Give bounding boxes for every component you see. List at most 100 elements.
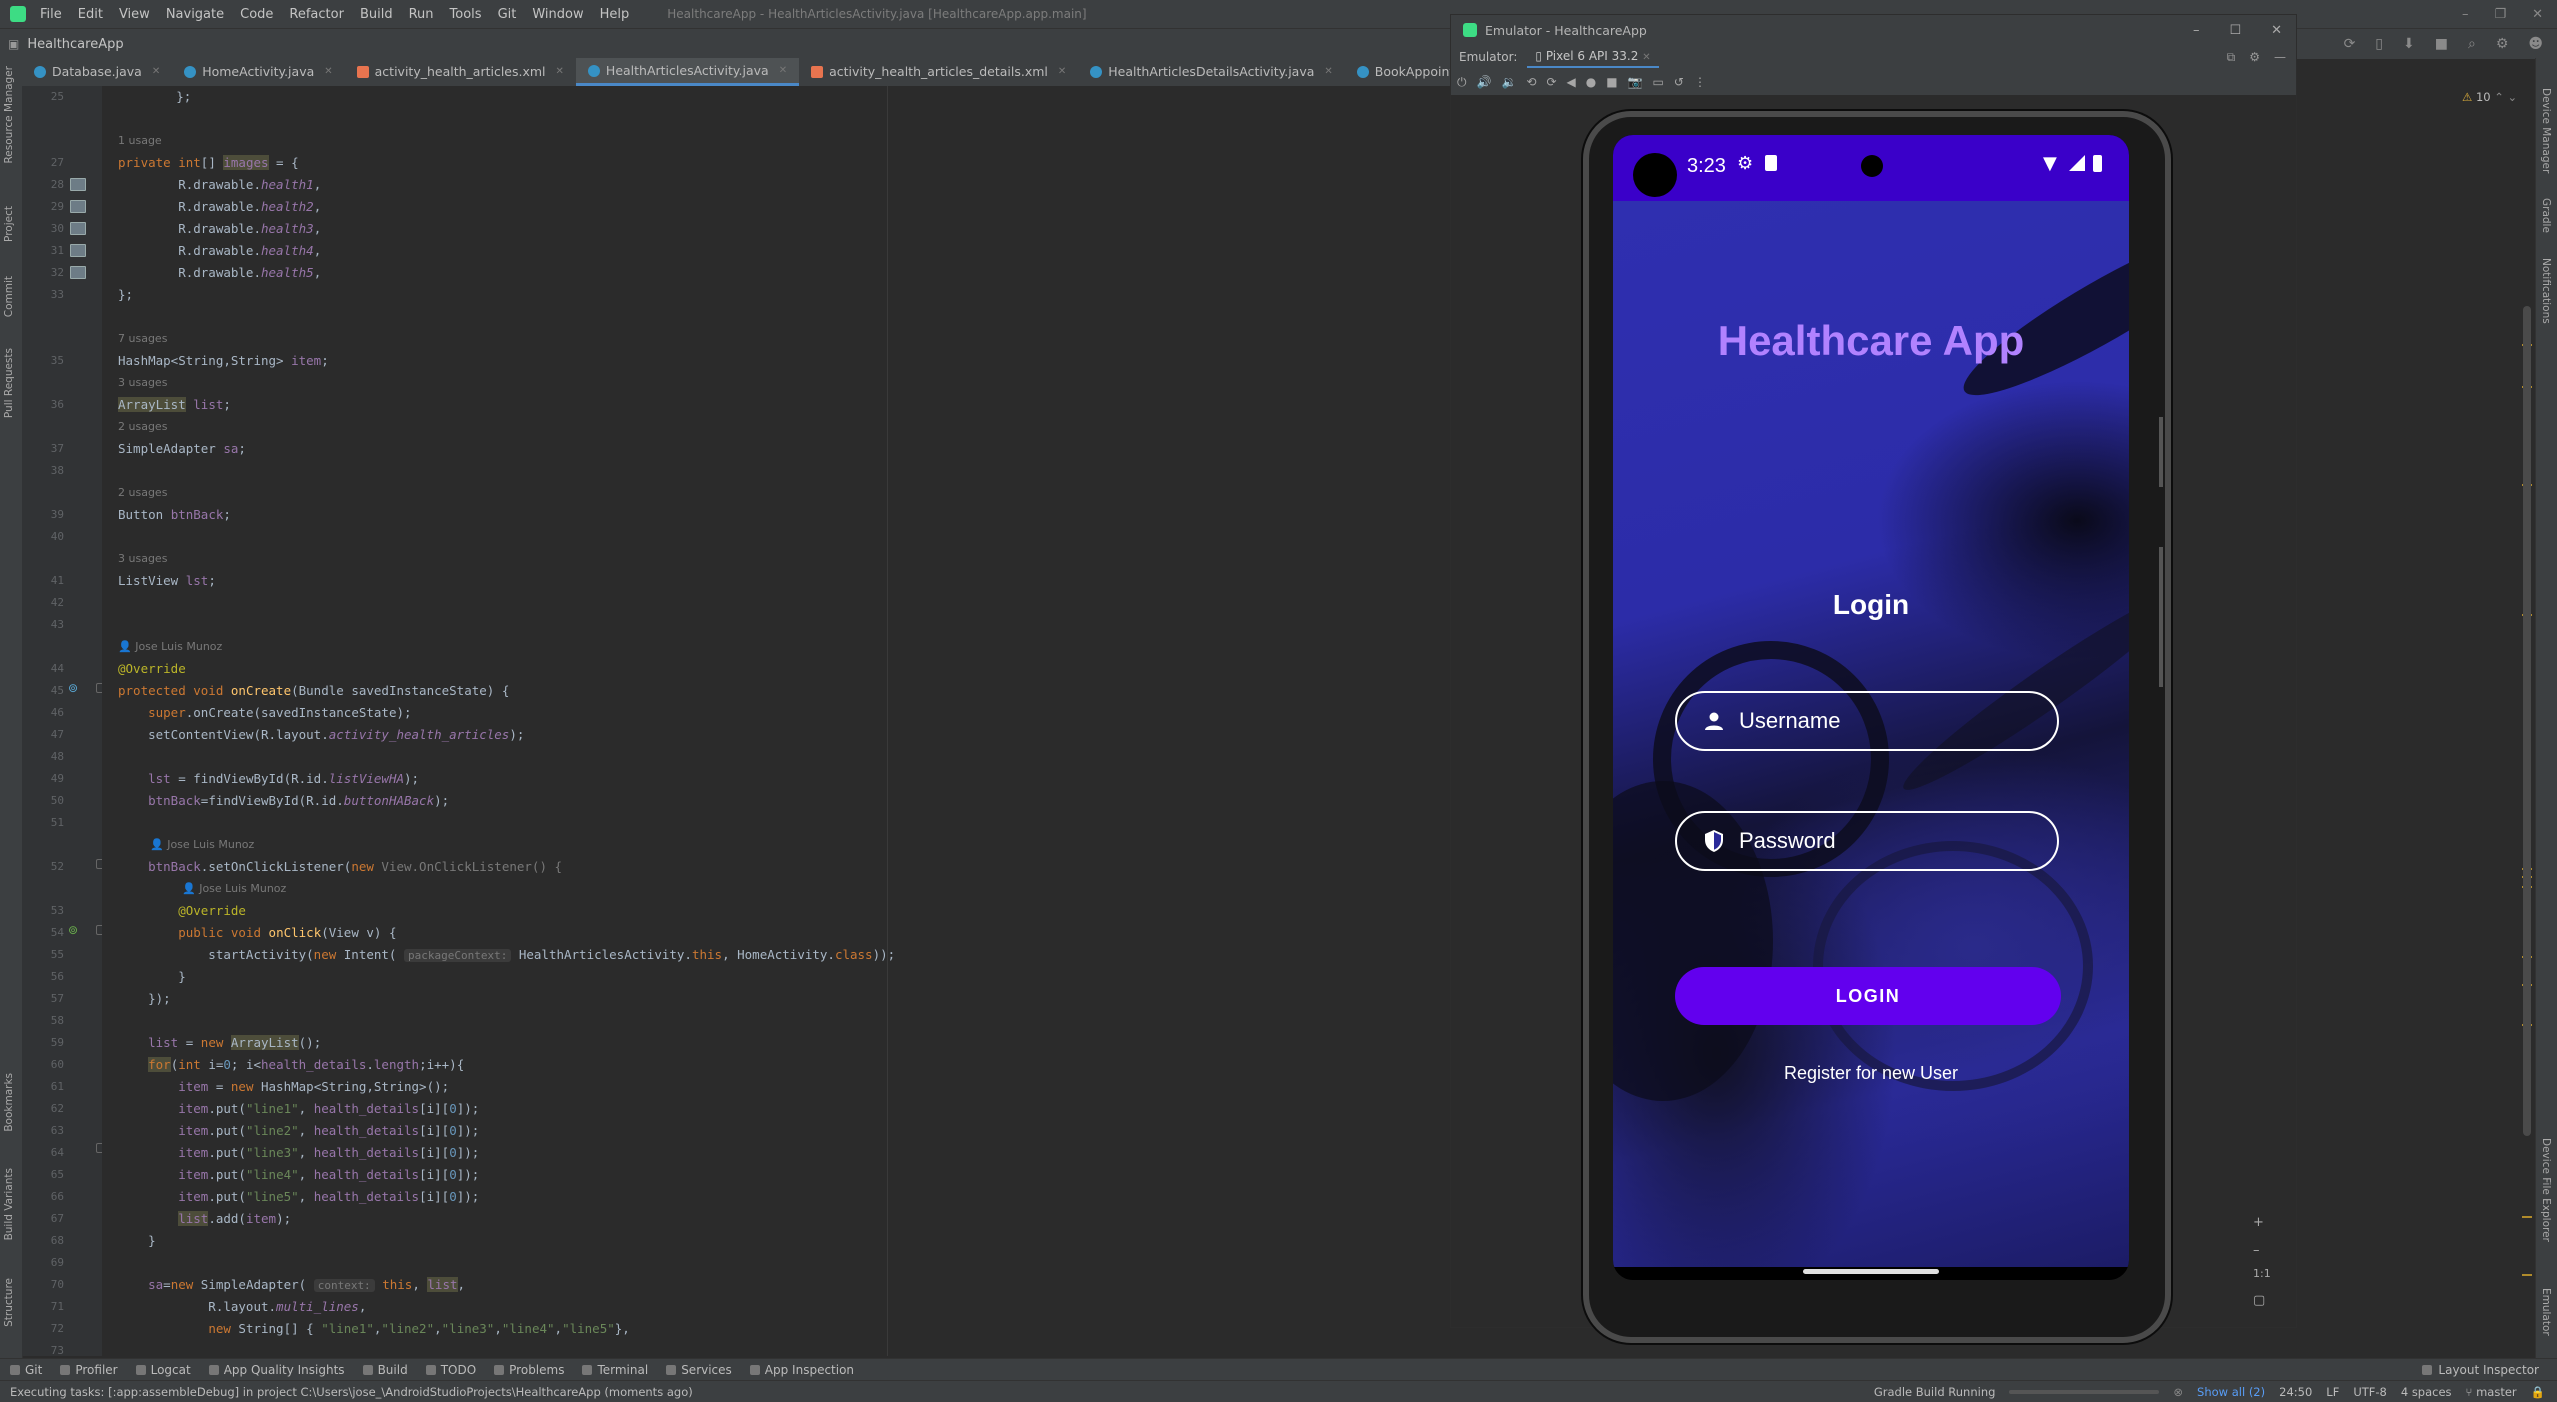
record-icon[interactable]: ▭ (1653, 75, 1664, 89)
sdk-icon[interactable]: ⬇ (2403, 36, 2415, 52)
sync-icon[interactable]: ⟳ (2344, 36, 2356, 52)
settings-icon[interactable]: ⚙ (2249, 50, 2260, 65)
usage-hint[interactable]: 1 usage (118, 130, 162, 152)
stop-icon[interactable]: ■ (2435, 36, 2448, 52)
image-resource-icon[interactable] (70, 244, 86, 257)
usage-hint[interactable]: 7 usages (118, 328, 167, 350)
stripe-marker[interactable] (2522, 1216, 2532, 1218)
tab-activity-health-articles-xml[interactable]: activity_health_articles.xml ✕ (345, 58, 576, 86)
cancel-build-icon[interactable]: ⊗ (2173, 1385, 2183, 1399)
tool-device-file-explorer[interactable]: Device File Explorer (2540, 1138, 2552, 1242)
zoom-fit-icon[interactable]: ▢ (2253, 1293, 2265, 1308)
emulator-titlebar[interactable]: Emulator - HealthcareApp – ☐ ✕ (1451, 15, 2296, 45)
tab-database-java[interactable]: Database.java ✕ (22, 58, 172, 86)
menu-code[interactable]: Code (232, 7, 281, 22)
lock-icon[interactable]: 🔒 (2531, 1385, 2545, 1399)
tab-healtharticlesdetailsactivity-java[interactable]: HealthArticlesDetailsActivity.java ✕ (1078, 58, 1345, 86)
menu-tools[interactable]: Tools (442, 7, 490, 22)
gradle-status[interactable]: Gradle Build Running (1874, 1385, 1996, 1399)
author-hint[interactable]: 👤 Jose Luis Munoz (182, 878, 286, 900)
tab-close-icon[interactable]: ✕ (1324, 58, 1332, 86)
search-icon[interactable]: ⌕ (2468, 36, 2476, 52)
stripe-marker[interactable] (2522, 1274, 2532, 1276)
volume-up-icon[interactable]: 🔊 (1477, 75, 1492, 89)
emulator-maximize-icon[interactable]: ☐ (2229, 23, 2241, 38)
image-resource-icon[interactable] (70, 222, 86, 235)
status-message[interactable]: Executing tasks: [:app:assembleDebug] in… (10, 1385, 693, 1399)
username-field[interactable] (1675, 691, 2059, 751)
toolwin-logcat[interactable]: Logcat (135, 1363, 191, 1377)
inspection-widget[interactable]: ⚠ 10 ⌃ ⌄ (2462, 90, 2517, 104)
menu-help[interactable]: Help (592, 7, 638, 22)
volume-down-icon[interactable]: 🔉 (1501, 75, 1516, 89)
editor-error-stripe[interactable] (2520, 86, 2534, 1356)
tool-emulator[interactable]: Emulator (2540, 1288, 2552, 1336)
zoom-actual-size[interactable]: 1:1 (2253, 1267, 2271, 1280)
show-all-link[interactable]: Show all (2) (2197, 1385, 2265, 1399)
cursor-position[interactable]: 24:50 (2279, 1385, 2312, 1399)
home-gesture-handle[interactable] (1803, 1269, 1939, 1274)
more-icon[interactable]: ⋮ (1694, 75, 1706, 89)
toolwin-layout-inspector[interactable]: Layout Inspector (2422, 1363, 2539, 1377)
rotate-left-icon[interactable]: ⟲ (1526, 75, 1536, 89)
minimize-icon[interactable]: – (2462, 7, 2469, 22)
menu-run[interactable]: Run (401, 7, 442, 22)
editor-gutter[interactable]: 25 27 28 29 30 31 32 33 35 36 37 38 39 4… (22, 86, 106, 1357)
device-icon[interactable]: ▯ (2375, 36, 2383, 52)
tab-activity-health-articles-details-xml[interactable]: activity_health_articles_details.xml ✕ (799, 58, 1078, 86)
toolwin-terminal[interactable]: Terminal (582, 1363, 648, 1377)
tool-device-manager[interactable]: Device Manager (2540, 88, 2552, 173)
tool-structure[interactable]: Structure (3, 1278, 15, 1327)
settings-icon[interactable]: ⚙ (2496, 36, 2509, 52)
tab-healtharticlesactivity-java[interactable]: HealthArticlesActivity.java ✕ (575, 58, 800, 86)
toolwin-services[interactable]: Services (666, 1363, 732, 1377)
hide-icon[interactable]: — (2274, 50, 2286, 65)
tab-close-icon[interactable]: ✕ (556, 58, 564, 86)
menu-build[interactable]: Build (352, 7, 401, 22)
image-resource-icon[interactable] (70, 266, 86, 279)
screenshot-icon[interactable]: 📷 (1628, 75, 1643, 89)
close-icon[interactable]: ✕ (2532, 7, 2543, 22)
menu-view[interactable]: View (111, 7, 158, 22)
menu-navigate[interactable]: Navigate (158, 7, 232, 22)
usage-hint[interactable]: 3 usages (118, 372, 167, 394)
device-tab-close-icon[interactable]: ✕ (1642, 52, 1650, 63)
tool-commit[interactable]: Commit (3, 276, 15, 317)
image-resource-icon[interactable] (70, 178, 86, 191)
toolwin-problems[interactable]: Problems (494, 1363, 564, 1377)
toolwin-todo[interactable]: TODO (425, 1363, 476, 1377)
menu-file[interactable]: File (32, 7, 70, 22)
snapshot-icon[interactable]: ↺ (1674, 75, 1684, 89)
indent-setting[interactable]: 4 spaces (2401, 1385, 2452, 1399)
toolwin-build[interactable]: Build (362, 1363, 408, 1377)
menu-window[interactable]: Window (524, 7, 591, 22)
usage-hint[interactable]: 3 usages (118, 548, 167, 570)
project-name[interactable]: HealthcareApp (27, 37, 123, 52)
device-tab[interactable]: ▯ Pixel 6 API 33.2 ✕ (1527, 46, 1659, 68)
zoom-out-icon[interactable]: – (2253, 1243, 2260, 1258)
tab-homeactivity-java[interactable]: HomeActivity.java ✕ (172, 58, 344, 86)
author-hint[interactable]: 👤 Jose Luis Munoz (118, 636, 222, 658)
usage-hint[interactable]: 2 usages (118, 416, 167, 438)
android-icon[interactable]: ☻ (2528, 36, 2543, 52)
file-encoding[interactable]: UTF-8 (2353, 1385, 2387, 1399)
zoom-in-icon[interactable]: + (2253, 1215, 2264, 1230)
tab-close-icon[interactable]: ✕ (324, 58, 332, 86)
tool-bookmarks[interactable]: Bookmarks (3, 1073, 15, 1132)
tool-resource-manager[interactable]: Resource Manager (3, 66, 15, 164)
image-resource-icon[interactable] (70, 200, 86, 213)
password-input[interactable] (1739, 828, 2019, 854)
back-icon[interactable]: ◀ (1567, 75, 1576, 89)
toolwin-git[interactable]: Git (10, 1363, 42, 1377)
tool-notifications[interactable]: Notifications (2540, 258, 2552, 324)
power-icon[interactable]: ⏻ (1457, 75, 1467, 90)
toolwin-app-quality-insights[interactable]: App Quality Insights (208, 1363, 345, 1377)
menu-edit[interactable]: Edit (70, 7, 111, 22)
usage-hint[interactable]: 2 usages (118, 482, 167, 504)
tab-close-icon[interactable]: ✕ (779, 58, 787, 83)
layout-icon[interactable]: ⧉ (2227, 50, 2236, 65)
editor-scrollbar[interactable] (2523, 306, 2531, 1136)
overview-icon[interactable]: ■ (1606, 75, 1617, 89)
toolwin-app-inspection[interactable]: App Inspection (749, 1363, 854, 1377)
rotate-right-icon[interactable]: ⟳ (1546, 75, 1556, 89)
